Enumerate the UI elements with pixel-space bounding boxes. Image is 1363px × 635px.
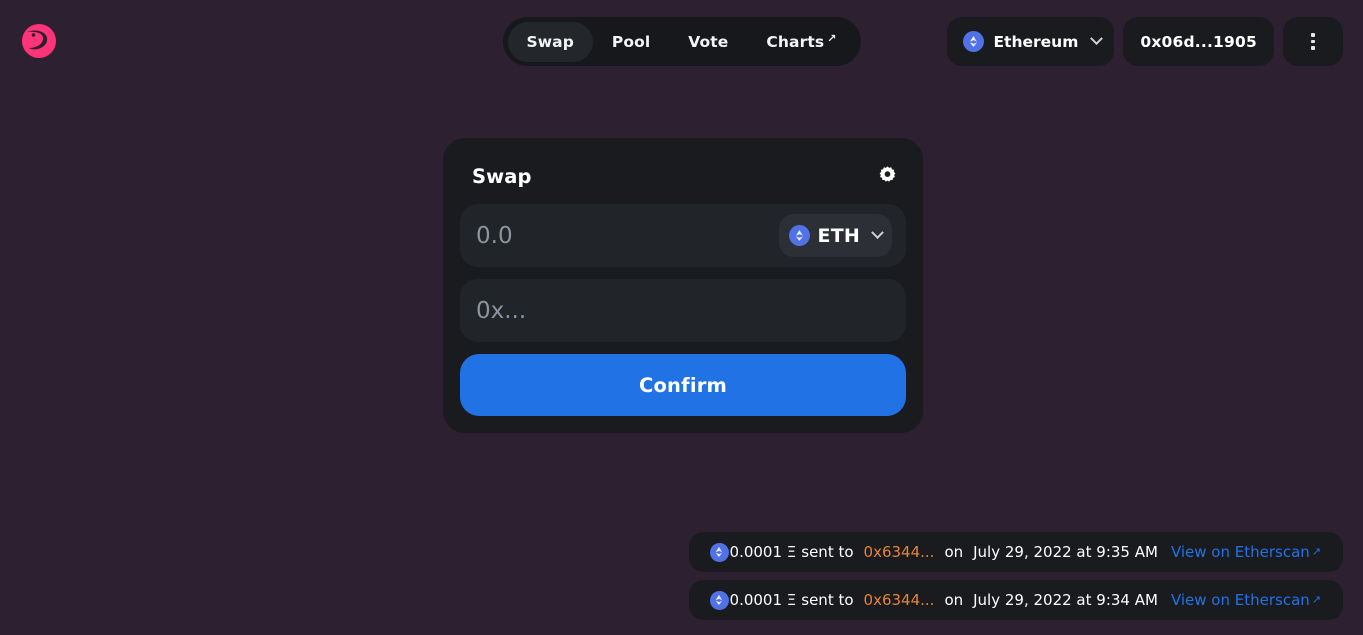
toast-recipient-address: 0x6344... <box>863 543 935 561</box>
ethereum-icon <box>963 31 985 52</box>
toast-etherscan-label: View on Etherscan <box>1170 543 1310 561</box>
nav-tab-charts[interactable]: Charts ↗ <box>747 22 855 62</box>
nav-tab-vote[interactable]: Vote <box>669 22 747 62</box>
toast-etherscan-link[interactable]: View on Etherscan ↗ <box>1171 543 1321 561</box>
external-link-icon: ↗ <box>1311 545 1321 558</box>
toast-action: sent to <box>801 591 854 609</box>
wallet-address-label: 0x06d...1905 <box>1140 32 1257 51</box>
toast-timestamp: July 29, 2022 at 9:35 AM <box>973 543 1158 561</box>
external-link-icon: ↗ <box>1311 593 1321 606</box>
main-nav: Swap Pool Vote Charts ↗ <box>502 17 861 66</box>
nav-tab-swap-label: Swap <box>526 32 574 51</box>
recipient-address-input[interactable] <box>476 297 892 324</box>
nav-tab-pool-label: Pool <box>611 32 651 51</box>
toast-etherscan-label: View on Etherscan <box>1170 591 1310 609</box>
token-selector[interactable]: ETH <box>778 214 892 257</box>
toast-recipient-address: 0x6344... <box>863 591 935 609</box>
nav-tab-swap[interactable]: Swap <box>507 21 593 62</box>
swap-card: Swap ETH Confirm <box>443 138 923 433</box>
nav-tab-charts-label: Charts <box>766 32 825 51</box>
header-actions: Ethereum 0x06d...1905 <box>947 17 1343 66</box>
toast-preposition: on <box>944 591 964 609</box>
ethereum-icon <box>709 590 729 610</box>
ethereum-icon <box>709 542 729 562</box>
swap-amount-input[interactable] <box>476 222 779 249</box>
toast-etherscan-link[interactable]: View on Etherscan ↗ <box>1171 591 1321 609</box>
nav-tab-vote-label: Vote <box>688 32 729 51</box>
uniswap-logo[interactable] <box>20 22 58 60</box>
chevron-down-icon <box>1090 32 1104 46</box>
toast-timestamp: July 29, 2022 at 9:34 AM <box>973 591 1158 609</box>
token-symbol-label: ETH <box>817 224 860 247</box>
transaction-toast[interactable]: 0.0001 Ξ sent to 0x6344... on July 29, 2… <box>688 580 1343 620</box>
swap-amount-field[interactable]: ETH <box>460 204 906 267</box>
toast-preposition: on <box>944 543 964 561</box>
swap-card-title: Swap <box>472 164 532 188</box>
toast-action: sent to <box>801 543 854 561</box>
toast-amount: 0.0001 Ξ <box>729 543 797 561</box>
more-menu-button[interactable] <box>1283 17 1343 66</box>
confirm-button[interactable]: Confirm <box>460 354 906 416</box>
swap-card-header: Swap <box>460 156 906 196</box>
network-selector[interactable]: Ethereum <box>947 17 1115 66</box>
transaction-toast[interactable]: 0.0001 Ξ sent to 0x6344... on July 29, 2… <box>688 532 1343 572</box>
gear-icon[interactable] <box>878 165 897 188</box>
toast-amount: 0.0001 Ξ <box>729 591 797 609</box>
wallet-address-chip[interactable]: 0x06d...1905 <box>1123 17 1274 66</box>
chevron-down-icon <box>871 226 884 240</box>
transaction-toast-list: 0.0001 Ξ sent to 0x6344... on July 29, 2… <box>688 532 1343 620</box>
recipient-address-field[interactable] <box>460 279 906 342</box>
nav-tab-pool[interactable]: Pool <box>593 22 669 62</box>
external-link-icon: ↗ <box>827 32 837 45</box>
ethereum-icon <box>788 225 810 246</box>
more-vertical-icon <box>1311 33 1315 50</box>
network-label: Ethereum <box>993 32 1079 51</box>
app-header: Swap Pool Vote Charts ↗ Ethereum 0x06d..… <box>0 0 1363 84</box>
